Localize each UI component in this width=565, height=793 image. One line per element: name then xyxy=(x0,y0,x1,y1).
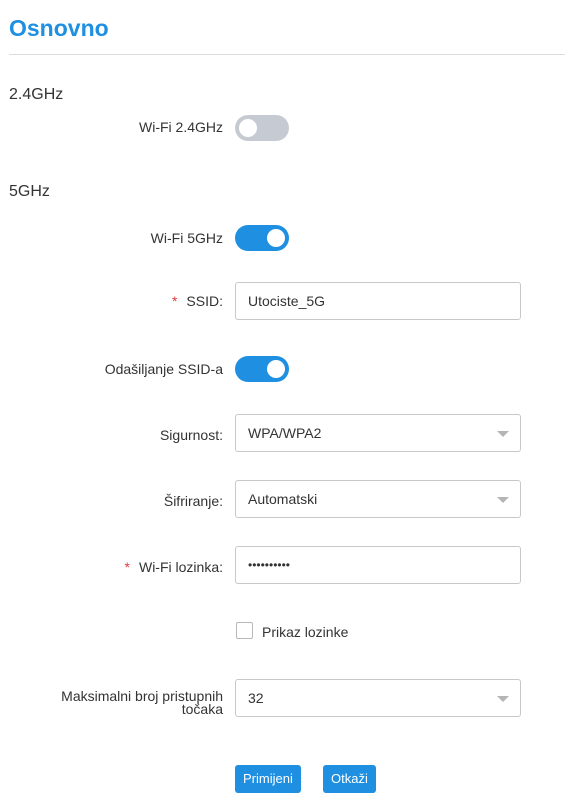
chevron-down-icon xyxy=(497,497,509,503)
max-clients-selected-value: 32 xyxy=(248,690,264,706)
encryption-select[interactable]: Automatski xyxy=(235,480,521,518)
toggle-knob xyxy=(239,119,257,137)
encryption-label: Šifriranje: xyxy=(163,493,223,509)
show-password-checkbox[interactable] xyxy=(236,622,253,639)
wifi-5-toggle[interactable] xyxy=(235,225,289,251)
show-password-label: Prikaz lozinke xyxy=(262,624,349,640)
password-label-text: Wi-Fi lozinka: xyxy=(138,559,223,575)
toggle-knob xyxy=(267,360,285,378)
security-select[interactable]: WPA/WPA2 xyxy=(235,414,521,452)
cancel-button[interactable]: Otkaži xyxy=(323,765,376,793)
security-label: Sigurnost: xyxy=(159,427,223,443)
ssid-broadcast-label: Odašiljanje SSID-a xyxy=(104,361,223,377)
password-input[interactable]: •••••••••• xyxy=(235,546,521,584)
wifi-24-label: Wi-Fi 2.4GHz xyxy=(139,119,223,135)
page-title: Osnovno xyxy=(9,15,109,41)
required-asterisk: * xyxy=(124,559,130,575)
chevron-down-icon xyxy=(497,431,509,437)
section-heading-5ghz: 5GHz xyxy=(9,183,50,200)
password-label: * Wi-Fi lozinka: xyxy=(125,559,223,575)
max-clients-label: Maksimalni broj pristupnih točaka xyxy=(61,688,223,717)
ssid-label-text: SSID: xyxy=(186,293,223,309)
ssid-input[interactable]: Utociste_5G xyxy=(235,282,521,320)
required-asterisk: * xyxy=(171,293,178,309)
ssid-label: * SSID: xyxy=(172,293,223,309)
max-clients-select[interactable]: 32 xyxy=(235,679,521,717)
security-selected-value: WPA/WPA2 xyxy=(248,425,322,441)
encryption-selected-value: Automatski xyxy=(248,491,318,507)
wifi-5-label: Wi-Fi 5GHz xyxy=(150,230,223,246)
chevron-down-icon xyxy=(497,696,509,702)
ssid-broadcast-toggle[interactable] xyxy=(235,356,289,382)
title-divider xyxy=(9,54,565,55)
toggle-knob xyxy=(267,229,285,247)
section-heading-24ghz: 2.4GHz xyxy=(9,86,64,103)
wifi-24-toggle[interactable] xyxy=(235,115,289,141)
apply-button[interactable]: Primijeni xyxy=(235,765,301,793)
